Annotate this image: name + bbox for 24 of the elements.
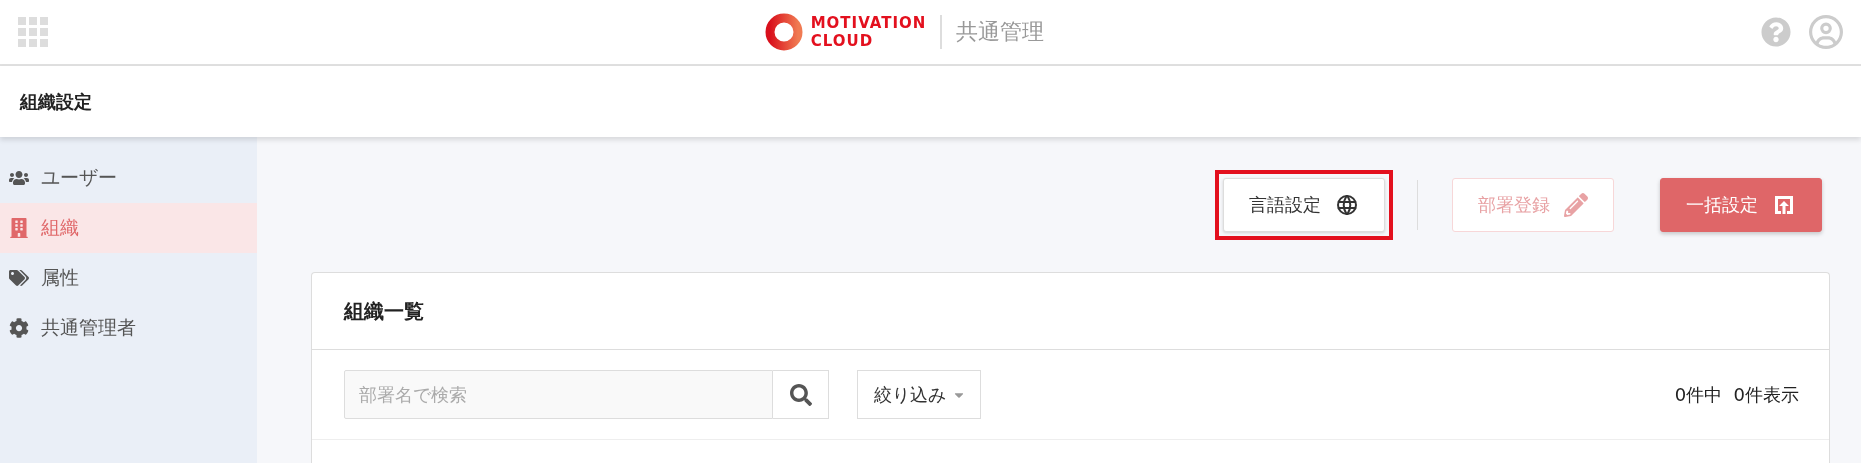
action-button[interactable]: 一括設定 <box>1660 177 1822 232</box>
search-icon <box>789 383 812 406</box>
page-title: 組織設定 <box>20 89 92 114</box>
building-icon <box>9 218 29 238</box>
card-title: 組織一覧 <box>344 297 424 325</box>
sidebar-item[interactable]: ユーザー <box>0 153 257 203</box>
sidebar-item[interactable]: 属性 <box>0 253 257 303</box>
result-count: 0件中 0件表示 <box>1674 382 1799 407</box>
logo-text: MOTIVATION CLOUD <box>810 14 927 50</box>
action-button[interactable]: 言語設定 <box>1223 177 1385 232</box>
search-button[interactable] <box>773 370 829 419</box>
pencil-icon <box>1564 192 1588 217</box>
avatar-icon[interactable] <box>1809 15 1843 49</box>
sidebar-item[interactable]: 共通管理者 <box>0 303 257 353</box>
help-icon[interactable] <box>1761 17 1791 47</box>
product-name: 共通管理 <box>956 18 1045 46</box>
tags-icon <box>9 268 29 288</box>
search-field[interactable]: 部署名で検索 <box>344 370 773 419</box>
app-grid-icon[interactable] <box>18 17 48 47</box>
settings-icon <box>9 318 29 338</box>
globe-icon <box>1335 192 1359 217</box>
logo-ring-icon <box>764 13 803 51</box>
filter-dropdown[interactable]: 絞り込み <box>857 370 981 419</box>
users-icon <box>9 168 29 188</box>
